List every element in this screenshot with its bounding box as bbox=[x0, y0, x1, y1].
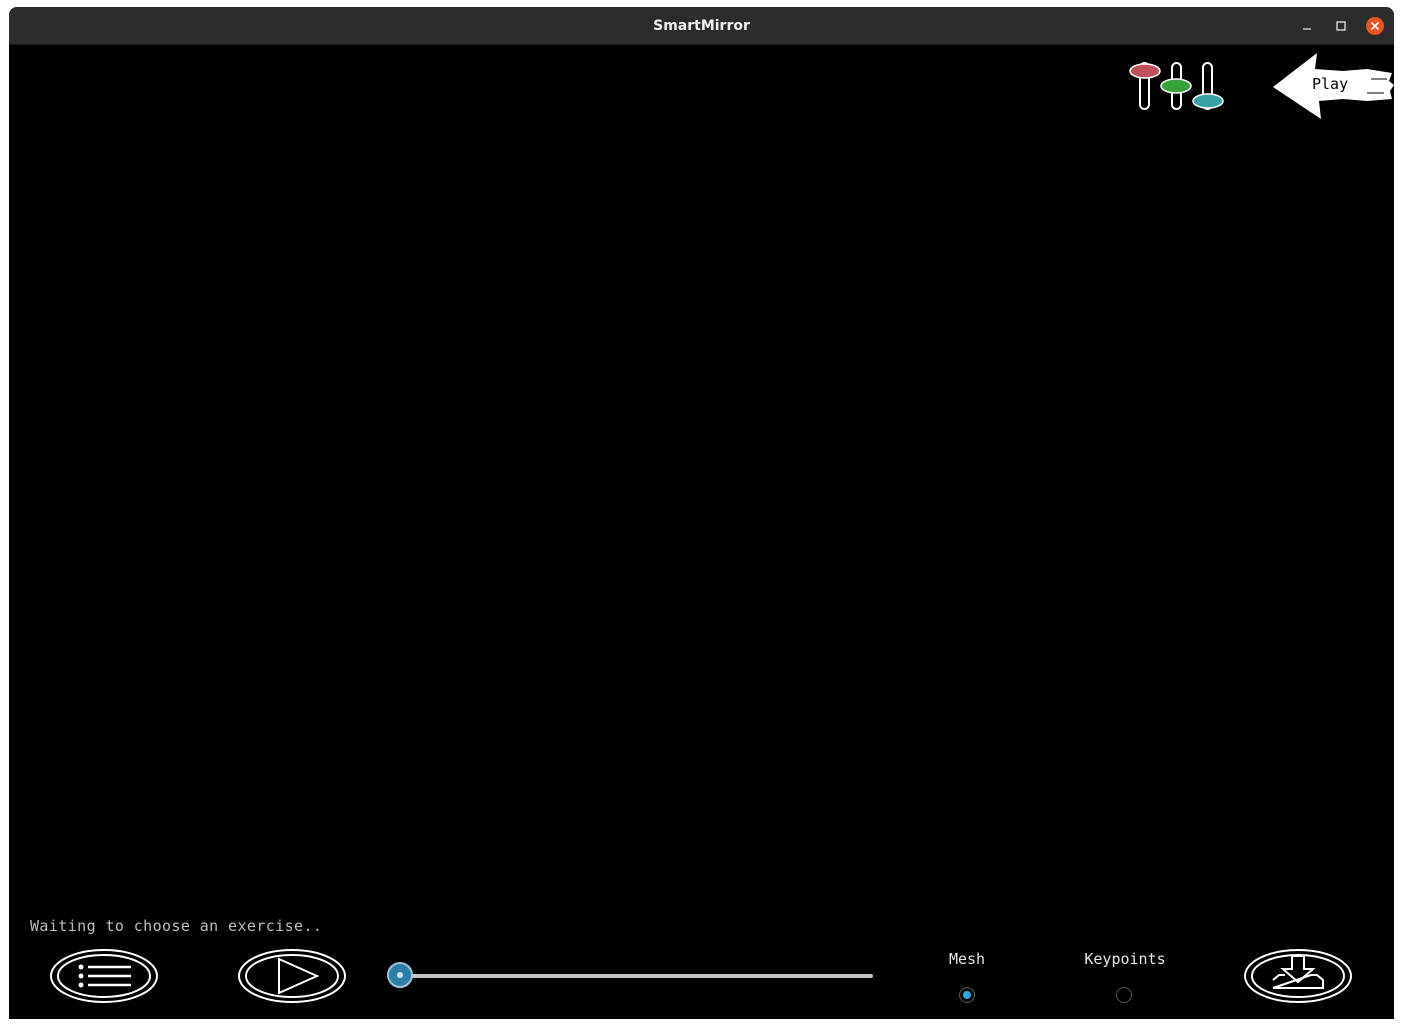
close-icon bbox=[1366, 17, 1384, 35]
title-bar[interactable]: SmartMirror bbox=[9, 7, 1394, 45]
settings-button[interactable] bbox=[1127, 59, 1229, 111]
status-message: Waiting to choose an exercise.. bbox=[30, 917, 323, 935]
keypoints-label: Keypoints bbox=[1084, 950, 1166, 968]
play-hint-label: Play bbox=[1312, 75, 1349, 93]
maximize-icon bbox=[1336, 21, 1346, 31]
camera-view: Play Waiting to choose an exercise.. Mes… bbox=[9, 45, 1394, 1019]
slider-handle[interactable] bbox=[387, 962, 413, 988]
download-icon bbox=[1244, 949, 1352, 1003]
mesh-label: Mesh bbox=[948, 950, 986, 968]
close-button[interactable] bbox=[1365, 16, 1385, 36]
minimize-button[interactable] bbox=[1297, 16, 1317, 36]
maximize-button[interactable] bbox=[1331, 16, 1351, 36]
list-icon bbox=[50, 949, 158, 1003]
play-icon bbox=[238, 949, 346, 1003]
keypoints-radio[interactable] bbox=[1116, 987, 1132, 1003]
exercise-list-button[interactable] bbox=[49, 948, 159, 1004]
download-button[interactable] bbox=[1243, 948, 1353, 1004]
slider-track[interactable] bbox=[397, 974, 873, 978]
window-title: SmartMirror bbox=[653, 18, 750, 34]
play-button[interactable] bbox=[237, 948, 347, 1004]
minimize-icon bbox=[1303, 28, 1311, 30]
equalizer-sliders-icon bbox=[1129, 62, 1224, 110]
progress-slider[interactable] bbox=[387, 961, 875, 991]
mesh-radio[interactable] bbox=[959, 987, 975, 1003]
app-window: SmartMirror Play Waiting to choose an ex… bbox=[9, 7, 1394, 1019]
